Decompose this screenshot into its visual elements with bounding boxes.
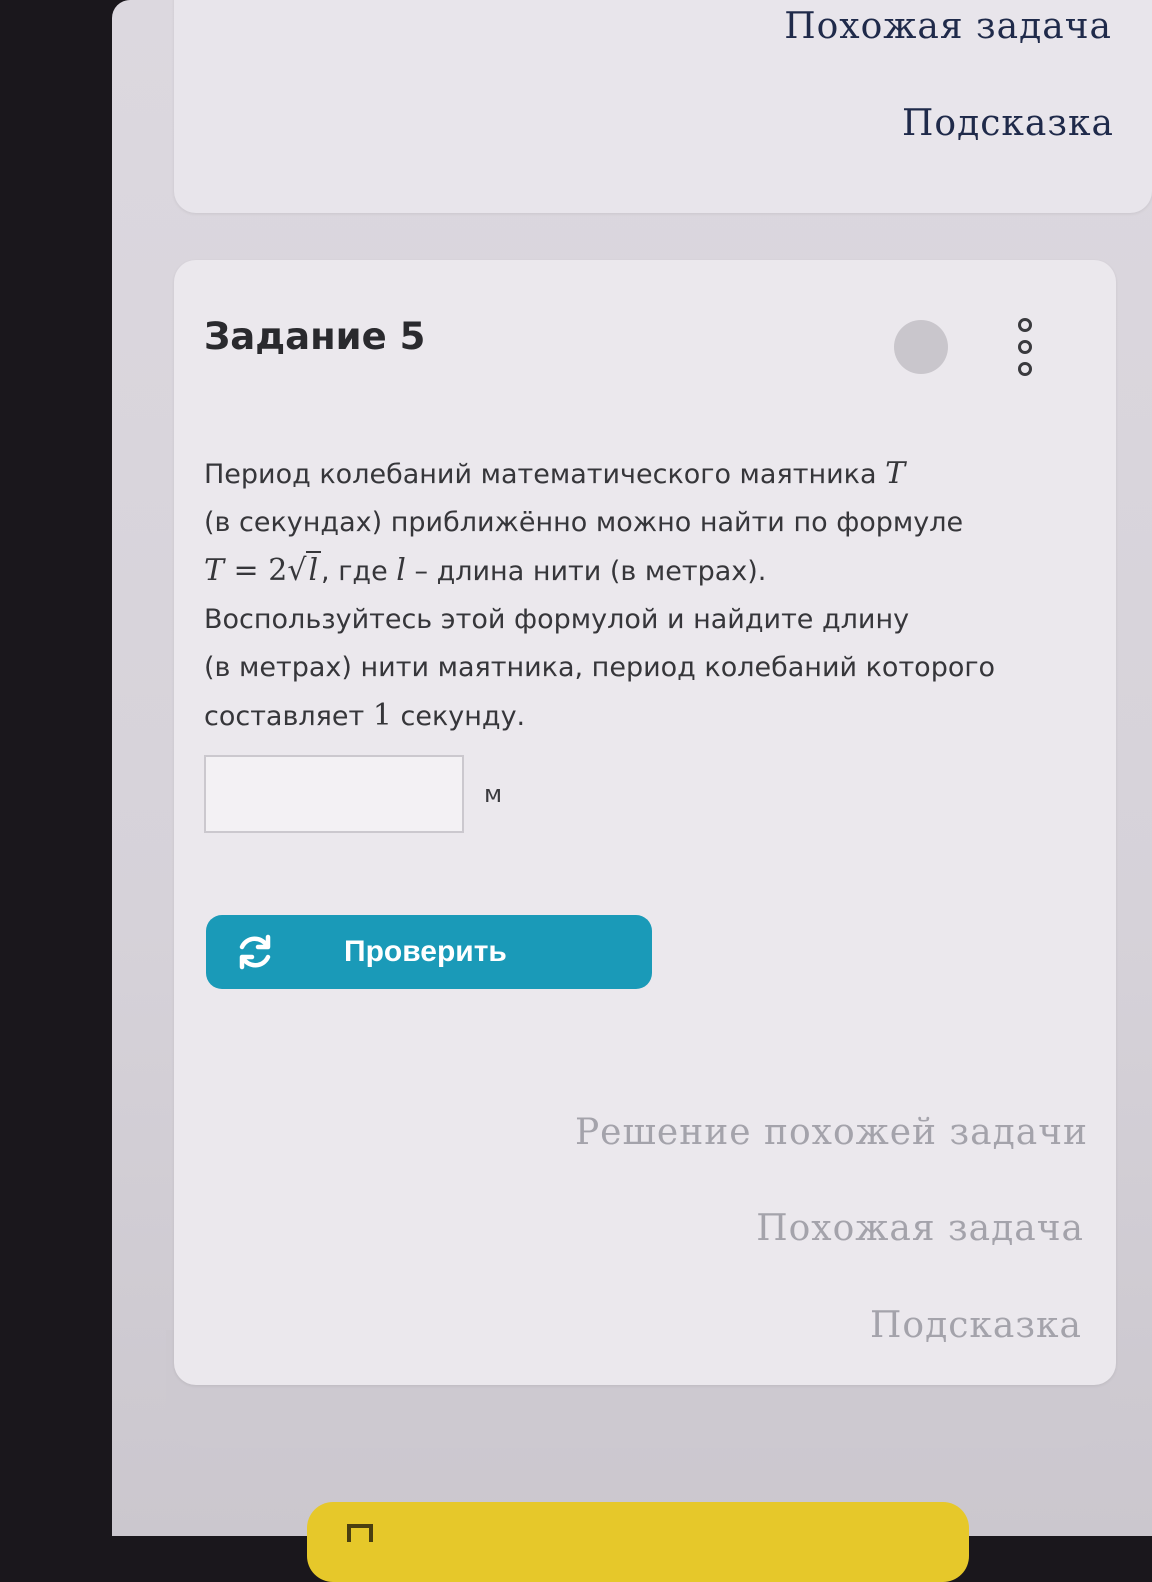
problem-text-line-4: Воспользуйтесь этой формулой и найдите д…: [204, 604, 910, 635]
formula-eq: = 2: [224, 553, 288, 588]
formula-radicand: l: [306, 551, 322, 588]
screen: Похожая задача Подсказка Задание 5 Перио…: [112, 0, 1152, 1582]
problem-text-line-3: – длина нити (в метрах).: [414, 556, 767, 587]
status-indicator: [894, 320, 948, 374]
formula-lhs: T: [204, 553, 225, 588]
problem-text-where: , где: [321, 556, 388, 587]
problem-text-line-2: (в секундах) приближённо можно найти по …: [204, 507, 964, 538]
check-button-label: Проверить: [344, 935, 507, 968]
problem-statement: Период колебаний математического маятник…: [204, 450, 1084, 741]
task-title: Задание 5: [204, 315, 426, 358]
hint-link[interactable]: Подсказка: [902, 103, 1114, 144]
var-l: l: [396, 553, 406, 588]
problem-text-line-5: (в метрах) нити маятника, период колебан…: [204, 652, 996, 683]
button-label-fragment: [347, 1524, 373, 1542]
similar-solution-link[interactable]: Решение похожей задачи: [575, 1112, 1088, 1153]
more-options-icon[interactable]: [1014, 318, 1036, 378]
previous-task-card: Похожая задача Подсказка: [174, 0, 1152, 213]
hint-link-2[interactable]: Подсказка: [870, 1305, 1082, 1346]
answer-unit: м: [484, 780, 503, 808]
similar-task-link[interactable]: Похожая задача: [784, 6, 1112, 47]
answer-input[interactable]: [204, 755, 464, 833]
task-card: Задание 5 Период колебаний математическо…: [174, 260, 1116, 1385]
refresh-icon: [239, 934, 271, 970]
similar-task-link-2[interactable]: Похожая задача: [756, 1208, 1084, 1249]
var-T: T: [885, 456, 906, 491]
check-button[interactable]: Проверить: [206, 915, 652, 989]
sqrt-sign: √: [287, 553, 307, 588]
bottom-action-button[interactable]: [307, 1502, 969, 1582]
problem-text-line-1: Период колебаний математического маятник…: [204, 459, 877, 490]
problem-text-line-6-end: секунду.: [400, 701, 526, 732]
value-one: 1: [372, 698, 392, 733]
problem-text-line-6: составляет: [204, 701, 365, 732]
